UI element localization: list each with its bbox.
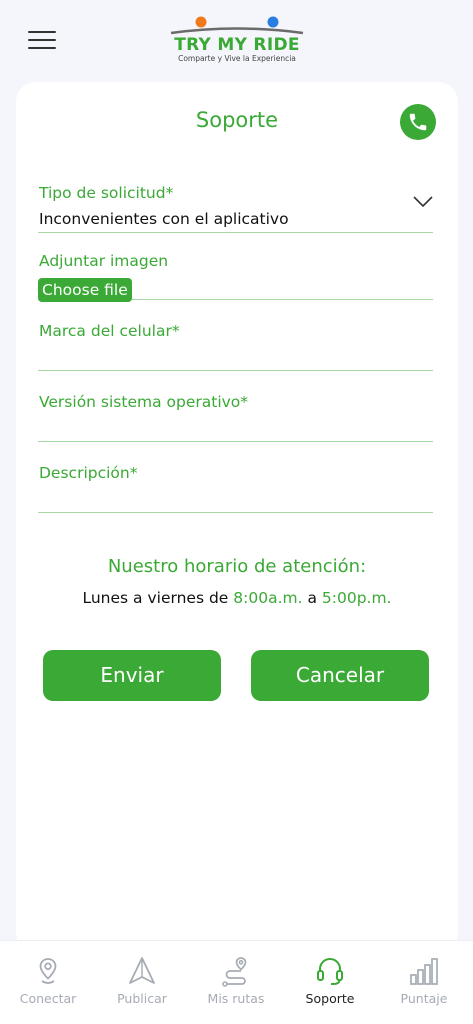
request-type-select[interactable]: Tipo de solicitud* Inconvenientes con el… (38, 184, 433, 233)
nav-item-publicar[interactable]: Publicar (95, 941, 189, 1024)
nav-label-conectar: Conectar (19, 991, 77, 1006)
cancel-button[interactable]: Cancelar (251, 650, 429, 701)
logo-arc-icon (170, 16, 304, 35)
app-header: TRY MY RIDE Comparte y Vive la Experienc… (0, 0, 473, 80)
nav-item-puntaje[interactable]: Puntaje (377, 941, 471, 1024)
route-icon (222, 957, 247, 987)
nav-label-mis-rutas: Mis rutas (207, 991, 265, 1006)
os-version-label: Versión sistema operativo* (39, 393, 249, 411)
description-input[interactable]: Descripción* (38, 464, 433, 513)
os-version-input[interactable]: Versión sistema operativo* (38, 393, 433, 442)
bottom-navigation: Conectar Publicar Mis rutas Soporte Punt… (0, 940, 473, 1024)
service-hours-title: Nuestro horario de atención: (107, 556, 367, 577)
choose-file-button[interactable]: Choose file (38, 278, 132, 302)
support-screen: TRY MY RIDE Comparte y Vive la Experienc… (0, 0, 473, 1024)
nav-label-puntaje: Puntaje (400, 991, 448, 1006)
hours-connector: a (302, 589, 322, 607)
service-hours-text: Lunes a viernes de 8:00a.m. a 5:00p.m. (16, 589, 458, 607)
hours-days: Lunes a viernes de (82, 589, 234, 607)
phone-brand-input[interactable]: Marca del celular* (38, 322, 433, 371)
app-logo: TRY MY RIDE Comparte y Vive la Experienc… (168, 14, 306, 66)
phone-brand-label: Marca del celular* (39, 322, 180, 340)
page-title: Soporte (195, 108, 279, 132)
request-type-value: Inconvenientes con el aplicativo (39, 210, 289, 228)
call-support-button[interactable] (400, 104, 436, 140)
send-button[interactable]: Enviar (43, 650, 221, 701)
navigation-arrow-icon (129, 957, 155, 984)
attach-image-field: Adjuntar imagen Choose file (38, 252, 433, 302)
hamburger-menu-icon[interactable] (28, 28, 58, 52)
description-label: Descripción* (39, 464, 138, 482)
headset-icon (317, 958, 343, 985)
phone-icon (409, 113, 427, 131)
nav-label-soporte: Soporte (305, 991, 355, 1006)
logo-subtitle: Comparte y Vive la Experiencia (178, 54, 296, 63)
hours-from: 8:00a.m. (233, 589, 303, 607)
logo-title: TRY MY RIDE (174, 35, 300, 55)
request-type-label: Tipo de solicitud* (39, 184, 174, 202)
bar-chart-icon (410, 958, 438, 985)
support-form-card: Soporte Tipo de solicitud* Inconveniente… (16, 82, 458, 952)
hours-to: 5:00p.m. (321, 589, 392, 607)
nav-label-publicar: Publicar (117, 991, 167, 1006)
nav-item-conectar[interactable]: Conectar (1, 941, 95, 1024)
chevron-down-icon[interactable] (413, 196, 433, 208)
attach-image-label: Adjuntar imagen (39, 252, 169, 270)
nav-item-soporte[interactable]: Soporte (283, 941, 377, 1024)
location-pin-icon (39, 958, 57, 984)
nav-item-mis-rutas[interactable]: Mis rutas (189, 941, 283, 1024)
